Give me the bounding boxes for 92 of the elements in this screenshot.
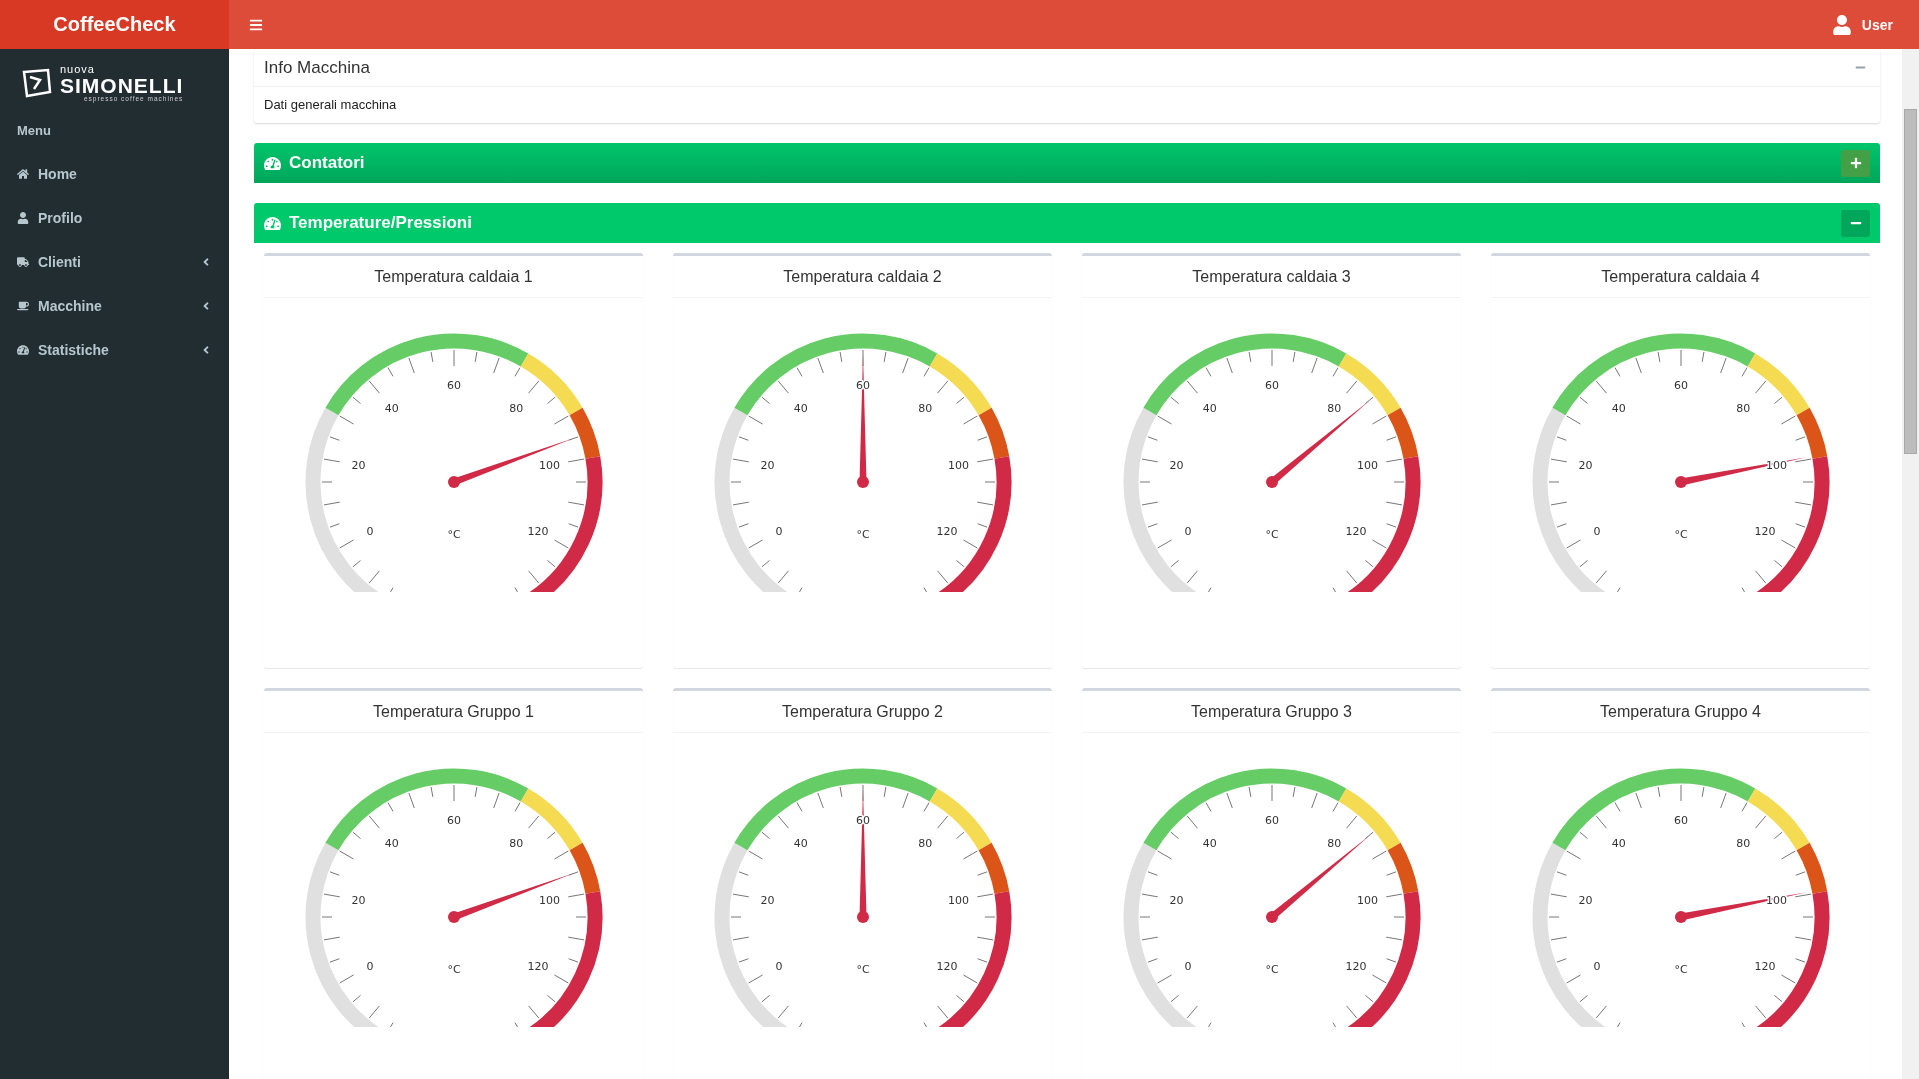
menu-header: Menu <box>16 122 52 140</box>
scale-label: 40 <box>1202 836 1217 850</box>
scale-label: 80 <box>1326 401 1341 415</box>
scale-label: 20 <box>759 459 774 473</box>
sidebar-item[interactable]: Macchine <box>0 284 229 328</box>
scale-label: 40 <box>384 836 399 850</box>
unit-label: °C <box>446 963 461 976</box>
scale-label: 120 <box>527 959 548 973</box>
user-icon <box>1831 14 1852 35</box>
home-icon <box>17 168 29 180</box>
logo-name: SIMONELLI <box>60 74 184 96</box>
sidebar-item[interactable]: Clienti <box>0 240 229 284</box>
sidebar-item[interactable]: Home <box>0 152 229 196</box>
sidebar-item[interactable]: Statistiche <box>0 328 229 372</box>
scale-label: 40 <box>1611 401 1626 415</box>
gauge-title: Temperatura caldaia 3 <box>1082 256 1461 298</box>
scale-label: 20 <box>350 459 365 473</box>
scale-label: 120 <box>527 524 548 538</box>
scale-label: 100 <box>1356 459 1378 473</box>
unit-label: °C <box>1264 963 1279 976</box>
gauge-icon <box>17 344 29 356</box>
scale-label: 80 <box>1326 836 1341 850</box>
gauge-title: Temperatura caldaia 1 <box>264 256 643 298</box>
scale-label: 80 <box>917 401 932 415</box>
expand-button[interactable] <box>1841 149 1870 177</box>
user-menu[interactable]: User <box>1831 14 1893 35</box>
logo-text: nuova <box>60 63 96 75</box>
scale-label: 100 <box>538 894 560 908</box>
scale-label: 60 <box>1264 379 1279 392</box>
scale-label: 20 <box>350 894 365 908</box>
gauge-title: Temperatura Gruppo 2 <box>673 691 1052 733</box>
gauge-icon <box>264 154 281 172</box>
scale-label: 0 <box>775 959 782 973</box>
unit-label: °C <box>1264 528 1279 541</box>
scale-label: 0 <box>366 959 373 973</box>
scale-label: 120 <box>1754 959 1775 973</box>
scale-label: 80 <box>508 836 523 850</box>
gauge-title: Temperatura Gruppo 4 <box>1491 691 1870 733</box>
gauge-title: Temperatura caldaia 4 <box>1491 256 1870 298</box>
scale-label: 40 <box>384 401 399 415</box>
scale-label: 20 <box>1577 894 1592 908</box>
truck-icon <box>17 256 29 268</box>
gauge-title: Temperatura Gruppo 1 <box>264 691 643 733</box>
app-logo[interactable]: CoffeeCheck <box>0 0 229 49</box>
scale-label: 40 <box>793 401 808 415</box>
unit-label: °C <box>855 528 870 541</box>
scale-label: 0 <box>1184 959 1191 973</box>
scale-label: 0 <box>1184 524 1191 538</box>
scale-label: 0 <box>366 524 373 538</box>
scale-label: 100 <box>947 894 969 908</box>
scale-label: 80 <box>1735 836 1750 850</box>
scale-label: 40 <box>1202 401 1217 415</box>
scale-label: 100 <box>947 459 969 473</box>
unit-label: °C <box>855 963 870 976</box>
scale-label: 120 <box>936 524 957 538</box>
plus-icon <box>1849 157 1862 169</box>
scale-label: 120 <box>1345 959 1366 973</box>
scale-label: 0 <box>1593 524 1600 538</box>
scale-label: 120 <box>1345 524 1366 538</box>
unit-label: °C <box>1673 528 1688 541</box>
gauge-title: Temperatura caldaia 2 <box>673 256 1052 298</box>
gauge-title: Temperatura Gruppo 3 <box>1082 691 1461 733</box>
scale-label: 100 <box>1356 894 1378 908</box>
scale-label: 60 <box>1673 814 1688 827</box>
scale-label: 20 <box>1577 459 1592 473</box>
sidebar-item[interactable]: Profilo <box>0 196 229 240</box>
collapse-button[interactable] <box>1841 209 1870 237</box>
scale-label: 120 <box>1754 524 1775 538</box>
box-body-text: Dati generali macchina <box>263 96 398 114</box>
scale-label: 0 <box>1593 959 1600 973</box>
scale-label: 0 <box>775 524 782 538</box>
scale-label: 60 <box>1264 814 1279 827</box>
person-icon <box>17 212 29 224</box>
cup-icon <box>17 300 29 312</box>
scale-label: 20 <box>1168 459 1183 473</box>
scale-label: 40 <box>793 836 808 850</box>
scale-label: 40 <box>1611 836 1626 850</box>
unit-label: °C <box>1673 963 1688 976</box>
scale-label: 20 <box>1168 894 1183 908</box>
gauge-icon <box>264 214 281 232</box>
unit-label: °C <box>446 528 461 541</box>
scale-label: 80 <box>508 401 523 415</box>
scale-label: 120 <box>936 959 957 973</box>
scale-label: 80 <box>1735 401 1750 415</box>
scale-label: 20 <box>759 894 774 908</box>
scale-label: 60 <box>446 814 461 827</box>
scale-label: 60 <box>446 379 461 392</box>
box-title: Info Macchina <box>264 57 370 78</box>
scale-label: 80 <box>917 836 932 850</box>
scale-label: 60 <box>1673 379 1688 392</box>
scale-label: 100 <box>538 459 560 473</box>
brand-logo-icon <box>20 68 54 98</box>
